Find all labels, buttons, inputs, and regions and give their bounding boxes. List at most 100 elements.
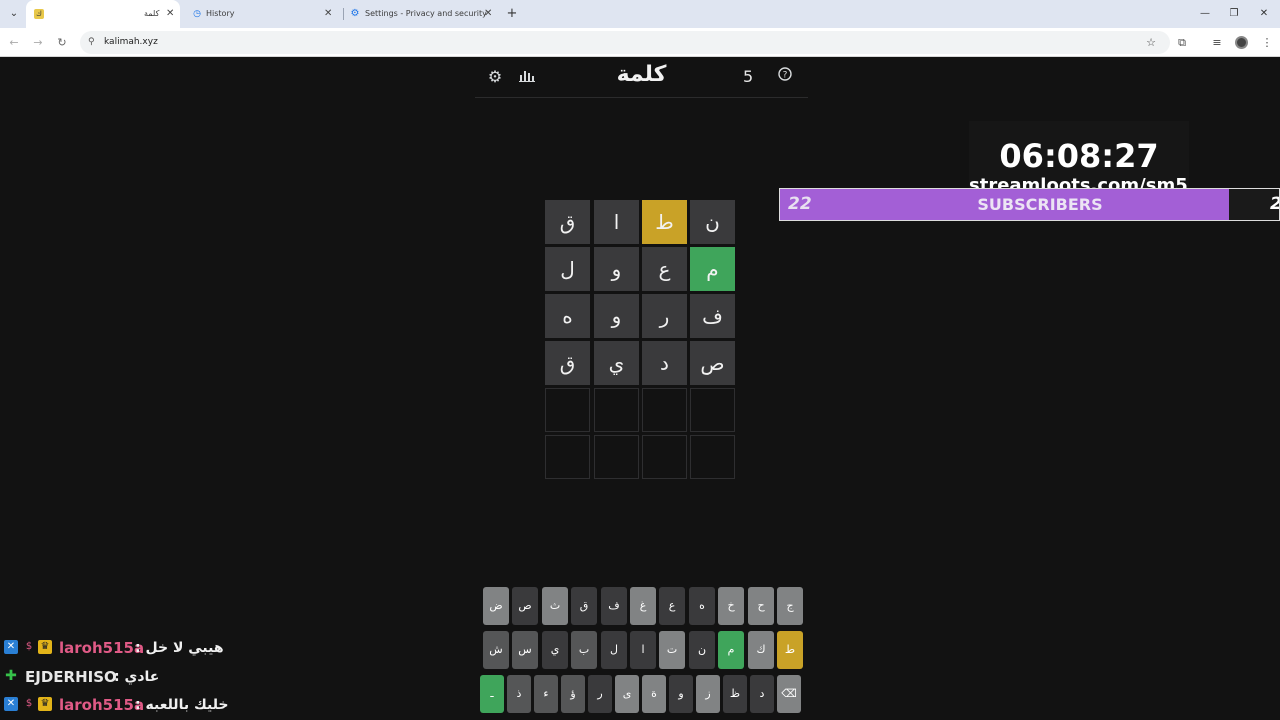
keyboard-key[interactable]: س <box>512 631 538 669</box>
keyboard-key[interactable]: ر <box>588 675 612 713</box>
keyboard-key[interactable]: ة <box>642 675 666 713</box>
keyboard-key[interactable]: ش <box>483 631 509 669</box>
keyboard-key[interactable]: ى <box>615 675 639 713</box>
board-tile: ل <box>545 247 590 291</box>
url-text: kalimah.xyz <box>104 37 158 47</box>
forward-icon[interactable]: → <box>28 28 48 57</box>
board-tile: ي <box>594 341 639 385</box>
on-screen-keyboard: ج ح خ ه ع غ ف ق ث ص ض ط ك م ن ت ا ل ب ي س ش ⌫ د ظ ز و ة ى ر ؤ ء ذ ـ <box>478 587 803 715</box>
keyboard-key[interactable]: ل <box>601 631 627 669</box>
back-icon[interactable]: ← <box>4 28 24 57</box>
browser-toolbar: ← → ↻ ⚲ kalimah.xyz ☆ ⧉ ≡ ⋮ <box>0 28 1280 57</box>
svg-text:?: ? <box>783 71 788 81</box>
board-tile: ه <box>545 294 590 338</box>
help-icon[interactable]: ? <box>774 66 796 88</box>
bookmark-star-icon[interactable]: ☆ <box>1146 31 1156 54</box>
keyboard-key[interactable]: ي <box>542 631 568 669</box>
keyboard-key[interactable]: ع <box>659 587 685 625</box>
new-tab-button[interactable]: + <box>504 0 520 28</box>
board-tile: ر <box>642 294 687 338</box>
minimize-button[interactable]: — <box>1190 0 1220 28</box>
game-title: كلمة <box>616 62 667 87</box>
board-tile: ط <box>642 200 687 244</box>
keyboard-key[interactable]: ن <box>689 631 715 669</box>
stream-timer-panel: 06:08:27 streamloots.com/sm5ker <box>969 121 1189 191</box>
keyboard-key[interactable]: ز <box>696 675 720 713</box>
keyboard-key[interactable]: ظ <box>723 675 747 713</box>
address-bar[interactable]: ⚲ kalimah.xyz ☆ <box>80 31 1170 54</box>
stream-chat: ✕ $ ♛ laroh515a : هيبي لا خل ✚ EJDERHISO… <box>0 634 470 720</box>
subscriber-goal: 2 <box>1270 189 1279 220</box>
tab-settings[interactable]: ⚙ Settings - Privacy and security ✕ <box>344 0 502 28</box>
board-tile <box>690 388 735 432</box>
extensions-icon[interactable]: ⧉ <box>1172 28 1192 57</box>
profile-avatar[interactable] <box>1235 36 1248 49</box>
keyboard-key[interactable]: ا <box>630 631 656 669</box>
keyboard-key[interactable]: ب <box>571 631 597 669</box>
board-tile: ف <box>690 294 735 338</box>
keyboard-key[interactable]: ك <box>748 631 774 669</box>
keyboard-key[interactable]: ذ <box>507 675 531 713</box>
board-tile: ق <box>545 200 590 244</box>
browser-menu-icon[interactable]: ⋮ <box>1257 28 1277 57</box>
keyboard-key[interactable]: ت <box>659 631 685 669</box>
close-tab-icon[interactable]: ✕ <box>324 0 332 28</box>
crown-icon: ♛ <box>38 697 52 711</box>
board-tile: ص <box>690 341 735 385</box>
keyboard-key[interactable]: ج <box>777 587 803 625</box>
keyboard-key[interactable]: ق <box>571 587 597 625</box>
tab-title: History <box>206 9 235 18</box>
sub-badge-icon: $ <box>25 698 33 709</box>
chat-username: laroh515a <box>59 696 145 714</box>
keyboard-key[interactable]: ف <box>601 587 627 625</box>
keyboard-key[interactable]: ض <box>483 587 509 625</box>
board-tile <box>545 388 590 432</box>
keyboard-key[interactable]: ث <box>542 587 568 625</box>
keyboard-key[interactable]: ء <box>534 675 558 713</box>
restore-button[interactable]: ❐ <box>1219 0 1249 28</box>
tab-title: كلمة <box>144 9 160 18</box>
keyboard-key[interactable]: خ <box>718 587 744 625</box>
close-tab-icon[interactable]: ✕ <box>484 0 492 28</box>
keyboard-key[interactable]: ط <box>777 631 803 669</box>
keyboard-key[interactable]: ـ <box>480 675 504 713</box>
board-tile <box>594 388 639 432</box>
board-tile: م <box>690 247 735 291</box>
keyboard-key[interactable]: ه <box>689 587 715 625</box>
site-info-icon[interactable]: ⚲ <box>88 31 95 54</box>
subscriber-goal-bar: 22 SUBSCRIBERS 2 <box>779 188 1280 221</box>
keyboard-key[interactable]: د <box>750 675 774 713</box>
keyboard-key[interactable]: ؤ <box>561 675 585 713</box>
close-window-button[interactable]: ✕ <box>1249 0 1279 28</box>
chat-username: EJDERHISO <box>25 668 117 686</box>
tab-kalimah[interactable]: ك كلمة ✕ <box>26 0 180 28</box>
keyboard-key[interactable]: غ <box>630 587 656 625</box>
reload-icon[interactable]: ↻ <box>52 28 72 57</box>
board-row <box>545 435 735 479</box>
board-tile: ن <box>690 200 735 244</box>
kalimah-favicon-icon: ك <box>34 9 44 19</box>
badge-icon: ✕ <box>4 640 18 654</box>
keyboard-key[interactable]: و <box>669 675 693 713</box>
subscriber-label: SUBSCRIBERS <box>977 195 1103 214</box>
board-tile <box>594 435 639 479</box>
chat-text: : هيبي لا خل <box>135 640 224 656</box>
close-tab-icon[interactable]: ✕ <box>166 0 174 28</box>
tab-title: Settings - Privacy and security <box>365 9 487 18</box>
history-icon: ◷ <box>193 9 201 19</box>
keyboard-key[interactable]: ح <box>748 587 774 625</box>
backspace-key[interactable]: ⌫ <box>777 675 801 713</box>
chat-username: laroh515a <box>59 639 145 657</box>
board-tile: ق <box>545 341 590 385</box>
chat-text-body: خليك باللعبه <box>145 697 229 713</box>
crown-icon: ♛ <box>38 640 52 654</box>
plus-badge-icon: ✚ <box>5 668 17 684</box>
tab-search-icon[interactable]: ⌄ <box>6 6 22 22</box>
board-row <box>545 388 735 432</box>
board-tile <box>545 435 590 479</box>
media-controls-icon[interactable]: ≡ <box>1207 28 1227 57</box>
tab-history[interactable]: ◷ History ✕ <box>184 0 342 28</box>
keyboard-key[interactable]: ص <box>512 587 538 625</box>
keyboard-key[interactable]: م <box>718 631 744 669</box>
chat-text-body: عادي <box>124 669 160 685</box>
